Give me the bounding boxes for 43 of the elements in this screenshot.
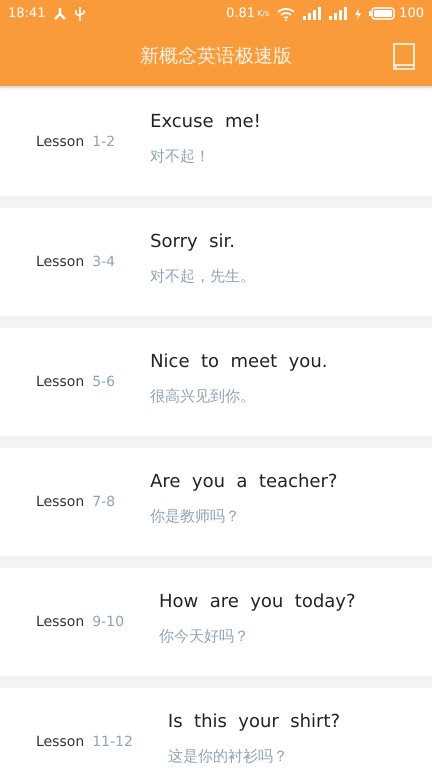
lesson-title: Sorry sir. [150, 230, 236, 254]
lesson-title: Is this your shirt? [168, 710, 340, 734]
lesson-label: Lesson [36, 372, 84, 392]
lesson-translation: 你今天好吗？ [158, 626, 250, 648]
lesson-number: 1-2 [92, 132, 116, 152]
lesson-item[interactable]: Lesson 1-2 Excuse me! 对不起！ [0, 88, 432, 196]
lesson-translation: 很高兴见到你。 [150, 386, 256, 408]
speed-unit: K/s [257, 8, 270, 20]
lesson-item[interactable]: Lesson 11-12 Is this your shirt? 这是你的衬衫吗？ [0, 688, 432, 768]
lesson-translation: 对不起！ [150, 146, 212, 168]
app-title: 新概念英语极速版 [140, 44, 292, 70]
lesson-title: Are you a teacher? [150, 470, 338, 494]
lesson-label: Lesson [36, 492, 84, 512]
lesson-label: Lesson [36, 132, 84, 152]
status-time: 18:41 [8, 4, 46, 23]
lesson-translation: 对不起，先生。 [150, 266, 256, 288]
lesson-item[interactable]: Lesson 9-10 How are you today? 你今天好吗？ [0, 568, 432, 676]
share-icon [53, 7, 68, 20]
lesson-translation: 这是你的衬衫吗？ [168, 746, 289, 768]
battery-level: 100 [399, 4, 424, 23]
lesson-translation: 你是教师吗？ [150, 506, 242, 528]
signal-icon [303, 7, 322, 20]
signal-icon [329, 7, 348, 20]
lesson-number: 3-4 [92, 252, 116, 272]
lesson-item[interactable]: Lesson 5-6 Nice to meet you. 很高兴见到你。 [0, 328, 432, 436]
lesson-number: 11-12 [92, 732, 133, 752]
lesson-label: Lesson [36, 612, 84, 632]
wifi-icon [277, 6, 296, 20]
lesson-title: Excuse me! [150, 110, 261, 134]
lesson-number: 9-10 [92, 612, 124, 632]
lesson-label: Lesson [36, 252, 84, 272]
lesson-number: 5-6 [92, 372, 116, 392]
lesson-number: 7-8 [92, 492, 116, 512]
lesson-item[interactable]: Lesson 3-4 Sorry sir. 对不起，先生。 [0, 208, 432, 316]
book-icon[interactable] [392, 42, 416, 71]
lesson-label: Lesson [36, 732, 84, 752]
lesson-item[interactable]: Lesson 7-8 Are you a teacher? 你是教师吗？ [0, 448, 432, 556]
lesson-title: How are you today? [158, 590, 356, 614]
lesson-title: Nice to meet you. [150, 350, 328, 374]
charging-icon [355, 8, 362, 20]
network-speed: 0.81 [226, 4, 256, 23]
battery-icon [369, 7, 396, 20]
usb-icon [75, 6, 86, 20]
